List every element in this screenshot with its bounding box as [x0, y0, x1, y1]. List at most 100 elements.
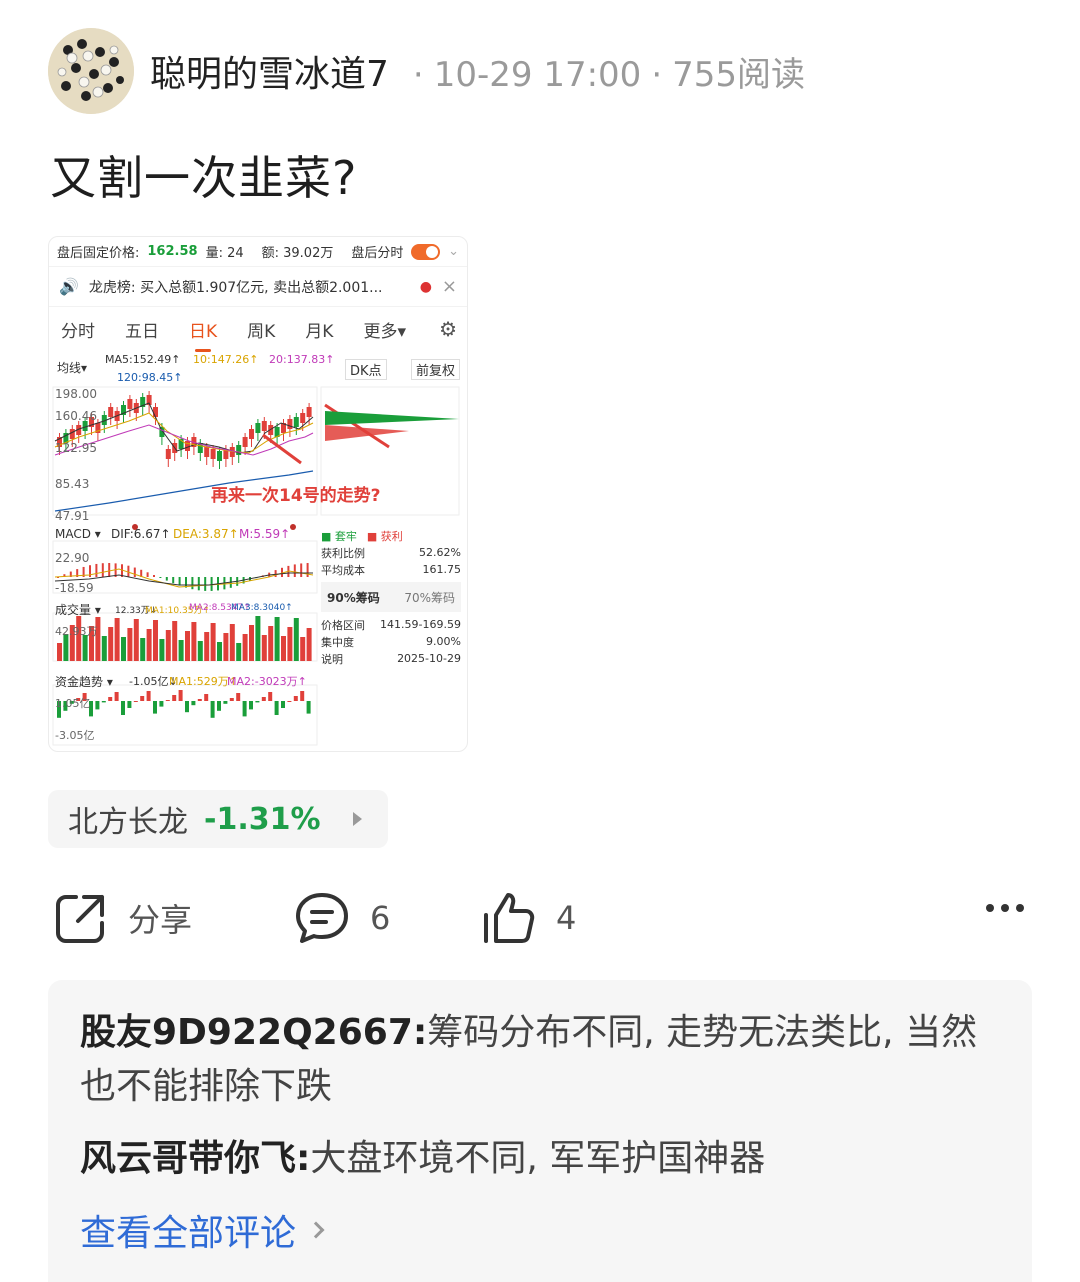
- adjust-button: 前复权: [411, 359, 461, 380]
- candle-body: [185, 441, 190, 451]
- macd-bar: [108, 563, 111, 577]
- like-count: 4: [556, 899, 577, 937]
- volume-bar: [101, 636, 107, 661]
- tab-rik: 日K: [189, 317, 217, 352]
- macd-bar: [204, 577, 207, 591]
- volume-bar: [268, 626, 274, 661]
- macd-bar: [153, 575, 155, 577]
- speaker-icon: 🔊: [59, 277, 79, 296]
- volume-bar: [261, 635, 267, 661]
- candle-body: [127, 399, 133, 409]
- volume-bar: [197, 641, 203, 661]
- ma-row: 均线▾ MA5:152.49↑ 10:147.26↑ 20:137.83↑ 12…: [49, 351, 467, 384]
- volume-bar: [191, 622, 197, 661]
- macd-dea: DEA:3.87↑: [173, 527, 239, 541]
- volume-bar: [210, 623, 216, 661]
- capital-bar: [242, 701, 247, 717]
- comment-button[interactable]: 6: [294, 886, 390, 950]
- volume-bar: [140, 638, 146, 661]
- like-button[interactable]: 4: [480, 886, 576, 950]
- volume-bar: [146, 629, 152, 661]
- ma5-value: MA5:152.49↑: [105, 353, 181, 366]
- macd-dif: DIF:6.67↑: [111, 527, 171, 541]
- volume-bar: [57, 643, 62, 661]
- play-arrow-icon: [353, 812, 362, 826]
- capital-bar: [306, 701, 311, 714]
- candle-body: [217, 451, 222, 461]
- author-name[interactable]: 聪明的雪冰道7: [150, 45, 389, 97]
- chip-70: 70%筹码: [404, 590, 455, 605]
- candle-body: [255, 423, 261, 433]
- avg-cost: 161.75: [422, 563, 462, 576]
- candle-body: [300, 413, 306, 423]
- notice-text: 龙虎榜: 买入总额1.907亿元, 卖出总额2.001...: [88, 279, 383, 296]
- concentration-value: 9.00%: [426, 635, 461, 648]
- tab-yuek: 月K: [305, 321, 334, 342]
- capital-bar: [185, 701, 189, 713]
- macd-bar: [178, 577, 181, 586]
- volume-bar: [300, 637, 306, 661]
- candle-body: [153, 407, 158, 417]
- after-hours-bar: 盘后固定价格: 162.58 量: 24 额: 39.02万 盘后分时 ⌄: [49, 237, 467, 267]
- comment-item: 股友9D922Q2667:筹码分布不同, 走势无法类比, 当然也不能排除下跌: [80, 1006, 1000, 1114]
- after-hours-label: 盘后分时: [351, 246, 404, 261]
- capital-bar: [159, 701, 164, 707]
- macd-label: MACD ▾: [55, 527, 101, 541]
- range-value: 141.59-169.59: [380, 618, 461, 631]
- volume-bar: [242, 634, 248, 661]
- capital-bar: [140, 696, 145, 701]
- capital-bar: [293, 696, 298, 701]
- capital-bar: [133, 701, 138, 702]
- more-options-icon[interactable]: [986, 904, 1024, 912]
- comment-user[interactable]: 风云哥带你飞: [80, 1138, 296, 1179]
- capital-ma2: MA2:-3023万↑: [227, 675, 307, 688]
- macd-bar: [95, 563, 98, 577]
- chart-screenshot-image[interactable]: 盘后固定价格: 162.58 量: 24 额: 39.02万 盘后分时 ⌄ 🔊 …: [48, 236, 468, 752]
- meta-dot: ·: [651, 54, 663, 95]
- range-label: 价格区间: [321, 618, 365, 632]
- volume-bar: [108, 627, 114, 661]
- candle-body: [306, 407, 312, 417]
- see-all-comments-link[interactable]: 查看全部评论: [80, 1204, 1000, 1256]
- volume-bar: [293, 618, 299, 661]
- volume-bar: [185, 631, 190, 661]
- volume-bar: [306, 628, 312, 661]
- share-icon: [56, 895, 104, 943]
- macd-bar: [146, 572, 149, 577]
- after-hours-price: 162.58: [147, 244, 198, 259]
- macd-bar: [300, 563, 303, 577]
- volume-top: 42.93万: [55, 625, 98, 638]
- macd-bottom: -18.59: [55, 581, 94, 595]
- macd-bar: [191, 577, 194, 590]
- share-button[interactable]: 分享: [54, 886, 192, 950]
- legend-trap: ■ 套牢: [321, 529, 357, 543]
- capital-bar: [114, 692, 119, 701]
- capital-label: 资金趋势 ▾: [55, 675, 113, 689]
- stock-tag[interactable]: 北方长龙 -1.31%: [48, 790, 388, 848]
- tab-zhouk: 周K: [247, 321, 276, 342]
- stock-name: 北方长龙: [68, 805, 188, 840]
- volume-bar: [121, 637, 126, 661]
- capital-bottom: -3.05亿: [55, 729, 95, 742]
- stock-change: -1.31%: [204, 801, 321, 837]
- comment-user[interactable]: 股友9D922Q2667: [80, 1012, 413, 1053]
- macd-bar: [165, 577, 168, 581]
- profit-ratio-label: 获利比例: [321, 546, 365, 560]
- volume-bar: [159, 639, 165, 661]
- comment-text: 大盘环境不同, 军军护国神器: [310, 1138, 766, 1179]
- macd-bar: [101, 563, 104, 577]
- action-bar: 分享 6 4: [48, 886, 1038, 950]
- ma-selector: 均线▾: [57, 361, 88, 375]
- macd-bar: [197, 577, 200, 591]
- candle-body: [69, 429, 75, 439]
- capital-bar: [249, 701, 253, 710]
- tab-wuri: 五日: [125, 321, 159, 342]
- capital-bar: [236, 693, 241, 701]
- volume-bar: [204, 632, 210, 661]
- macd-bar: [159, 577, 162, 578]
- avatar[interactable]: [48, 28, 134, 114]
- capital-bar: [101, 701, 106, 703]
- profit-ratio: 52.62%: [419, 546, 461, 559]
- volume-bar: [127, 628, 133, 661]
- meta-dot: ·: [412, 54, 424, 95]
